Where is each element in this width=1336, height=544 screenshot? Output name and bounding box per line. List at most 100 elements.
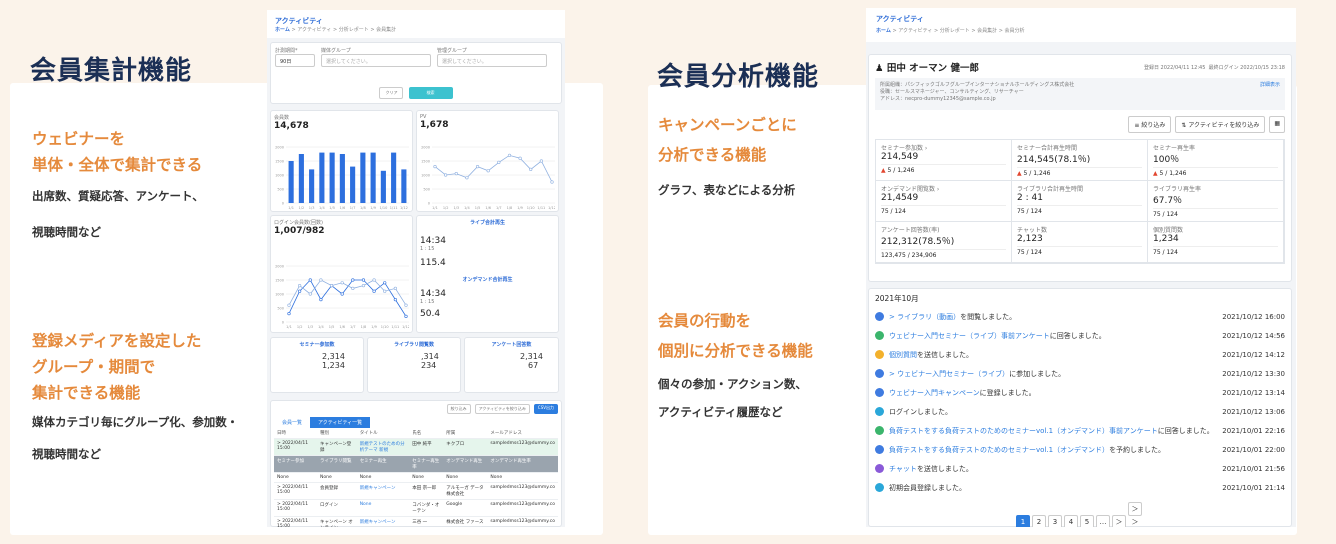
activity-link[interactable]: 負荷テストをする負荷テストのためのセミナーvol.1（オンデマンド）: [889, 446, 1109, 454]
activity-filter-button[interactable]: ⇅ アクティビティを絞り込み: [1175, 116, 1266, 133]
member-name: 田中 オーマン 健一郎: [886, 63, 979, 74]
activity-link[interactable]: ウェビナー入門セミナー（ライブ）事前アンケート: [889, 332, 1050, 340]
page-button[interactable]: 1: [1016, 515, 1030, 527]
od-time: 14: [420, 289, 432, 299]
table-cell: 三谷 一: [409, 516, 444, 527]
sub-header-cell: オンデマンド再生: [443, 455, 488, 473]
member-profile-card: ♟ 田中 オーマン 健一郎 登録日 2022/04/11 12:45 最終ログイ…: [868, 54, 1292, 282]
table-row[interactable]: > 2022/04/11 15:00 ログイン None コバンダ・オーテン Googl…: [274, 499, 558, 517]
page-button[interactable]: 4: [1064, 515, 1078, 527]
bar: [360, 152, 366, 203]
live-min: 34: [434, 236, 446, 246]
right-heading: 会員分析機能: [657, 62, 820, 92]
data-point: [383, 281, 387, 285]
activity-link[interactable]: 負荷テストをする負荷テストのためのセミナーvol.1（オンデマンド）事前アンケー…: [889, 427, 1158, 435]
bar: [329, 152, 335, 203]
filter-button[interactable]: ≡ 絞り込み: [1128, 116, 1172, 133]
page-button[interactable]: 2: [1032, 515, 1046, 527]
column-header: 種別: [316, 428, 357, 439]
table-cell: > 2022/04/11 15:00: [274, 482, 317, 500]
page-button[interactable]: 3: [1048, 515, 1062, 527]
x-tick-label: 1/9: [517, 206, 523, 210]
clear-button[interactable]: クリア: [379, 87, 404, 99]
x-tick-label: 1/8: [361, 325, 367, 329]
activity-icon: [875, 369, 884, 378]
bar: [309, 169, 315, 203]
calendar-icon[interactable]: ▦: [1269, 116, 1285, 133]
table-cell: > 2022/04/11 15:00: [274, 516, 317, 527]
x-tick-label: 1/11: [390, 206, 398, 210]
tick-label: 1500: [275, 160, 284, 164]
feature-line: ウェビナーを: [32, 130, 126, 148]
group-select[interactable]: 選択してください。: [321, 54, 431, 67]
live-sub: 1 : 15: [420, 246, 435, 252]
activity-text: に回答しました。: [1157, 426, 1214, 435]
activity-item: 個別質問を送信しました。 2021/10/12 14:12: [875, 345, 1285, 364]
search-button[interactable]: 検索: [408, 87, 453, 99]
sub-cell: None: [274, 472, 317, 483]
page-button[interactable]: ＞＞: [1128, 502, 1142, 526]
bar: [350, 166, 356, 203]
stat-sub-b: 1,246: [1169, 170, 1187, 177]
activity-item: > ウェビナー入門セミナー（ライブ）に参加しました。 2021/10/12 13:…: [875, 364, 1285, 383]
data-point: [539, 159, 543, 163]
page-button[interactable]: ＞: [1112, 515, 1126, 527]
table-row[interactable]: > 2022/04/11 15:00 キャンペーン登録 新規テストのための分析テーマ…: [274, 438, 558, 456]
activity-link[interactable]: 個別質問: [889, 351, 917, 359]
stat-sub-a: 75: [1017, 208, 1025, 215]
activity-text: ログインしました。: [889, 407, 952, 416]
stat-label: セミナー再生率: [1153, 145, 1196, 152]
group-label: 媒体グループ: [321, 48, 351, 54]
activity-link[interactable]: チャット: [889, 465, 917, 473]
tab-members[interactable]: 会員一覧: [274, 417, 310, 428]
breadcrumb-home[interactable]: ホーム: [275, 27, 290, 33]
detail-link[interactable]: 詳細表示: [1260, 81, 1280, 88]
stat-label: ライブラリ合計再生時間: [1017, 186, 1084, 193]
csv-button[interactable]: CSV出力: [533, 404, 558, 414]
stat-sub: 75 / 124: [1153, 211, 1178, 218]
filter-label: 絞り込み: [1141, 122, 1166, 129]
live-time: 14: [420, 236, 432, 246]
activity-text: に回答しました。: [1049, 331, 1106, 340]
library-total: ,314: [421, 352, 439, 361]
tab-activity[interactable]: アクティビティ一覧: [310, 417, 371, 428]
page-title: アクティビティ: [876, 15, 924, 23]
activity-item: ウェビナー入門キャンペーンに登録しました。 2021/10/12 13:14: [875, 383, 1285, 402]
x-tick-label: 1/1: [288, 206, 294, 210]
table-row[interactable]: > 2022/04/11 15:00 会員登録 新規キャンペーン 本田 宗一郎 アルモー…: [274, 482, 558, 500]
feature-line: 集計できる機能: [32, 384, 141, 402]
activity-link[interactable]: > ウェビナー入門セミナー（ライブ）: [889, 370, 1009, 378]
column-header: 日時: [274, 428, 317, 439]
breadcrumb: ホーム > アクティビティ > 分析レポート > 会員集計: [275, 26, 557, 33]
activity-link[interactable]: ウェビナー入門キャンペーン: [889, 389, 980, 397]
right-feature2: 会員の行動を 個別に分析できる機能 個々の参加・アクション数、 アクティビティ履…: [658, 308, 813, 420]
pagination: 1 2 3 4 5… ＞＞＞: [875, 502, 1285, 527]
activity-item: ログインしました。 2021/10/12 13:06: [875, 402, 1285, 421]
activity-filter-button[interactable]: アクティビティを絞り込み: [474, 404, 530, 414]
activity-icon: [875, 388, 884, 397]
filter-button[interactable]: 絞り込み: [446, 404, 471, 414]
page-button[interactable]: 5: [1080, 515, 1094, 527]
data-point: [507, 153, 512, 157]
x-tick-label: 1/9: [371, 325, 377, 329]
period-select[interactable]: 90日: [275, 54, 315, 67]
column-header: メールアドレス: [487, 428, 558, 439]
page-button[interactable]: …: [1096, 515, 1110, 527]
activity-text: を送信しました。: [916, 464, 973, 473]
data-point: [465, 176, 469, 180]
fire-icon: ▲: [881, 167, 886, 174]
bar: [380, 170, 386, 203]
library-title: ライブラリ閲覧数: [393, 342, 434, 348]
sub-header-cell: セミナー再生率: [409, 455, 444, 473]
od-sub: 1 : 15: [420, 299, 435, 305]
x-tick-label: 1/1: [432, 206, 438, 210]
x-tick-label: 1/12: [400, 206, 408, 210]
activity-link[interactable]: > ライブラリ（動画）: [889, 313, 960, 321]
seminar-total: 2,314: [322, 352, 345, 361]
activity-text: を送信しました。: [917, 350, 973, 359]
table-row[interactable]: > 2022/04/11 15:00キャンペーン オンライン新規キャンペーン三谷…: [274, 516, 558, 527]
mgmt-select[interactable]: 選択してください。: [437, 54, 547, 67]
data-point: [518, 156, 522, 160]
breadcrumb-home[interactable]: ホーム: [876, 28, 891, 34]
stat-sub-a: 75: [1153, 249, 1161, 256]
